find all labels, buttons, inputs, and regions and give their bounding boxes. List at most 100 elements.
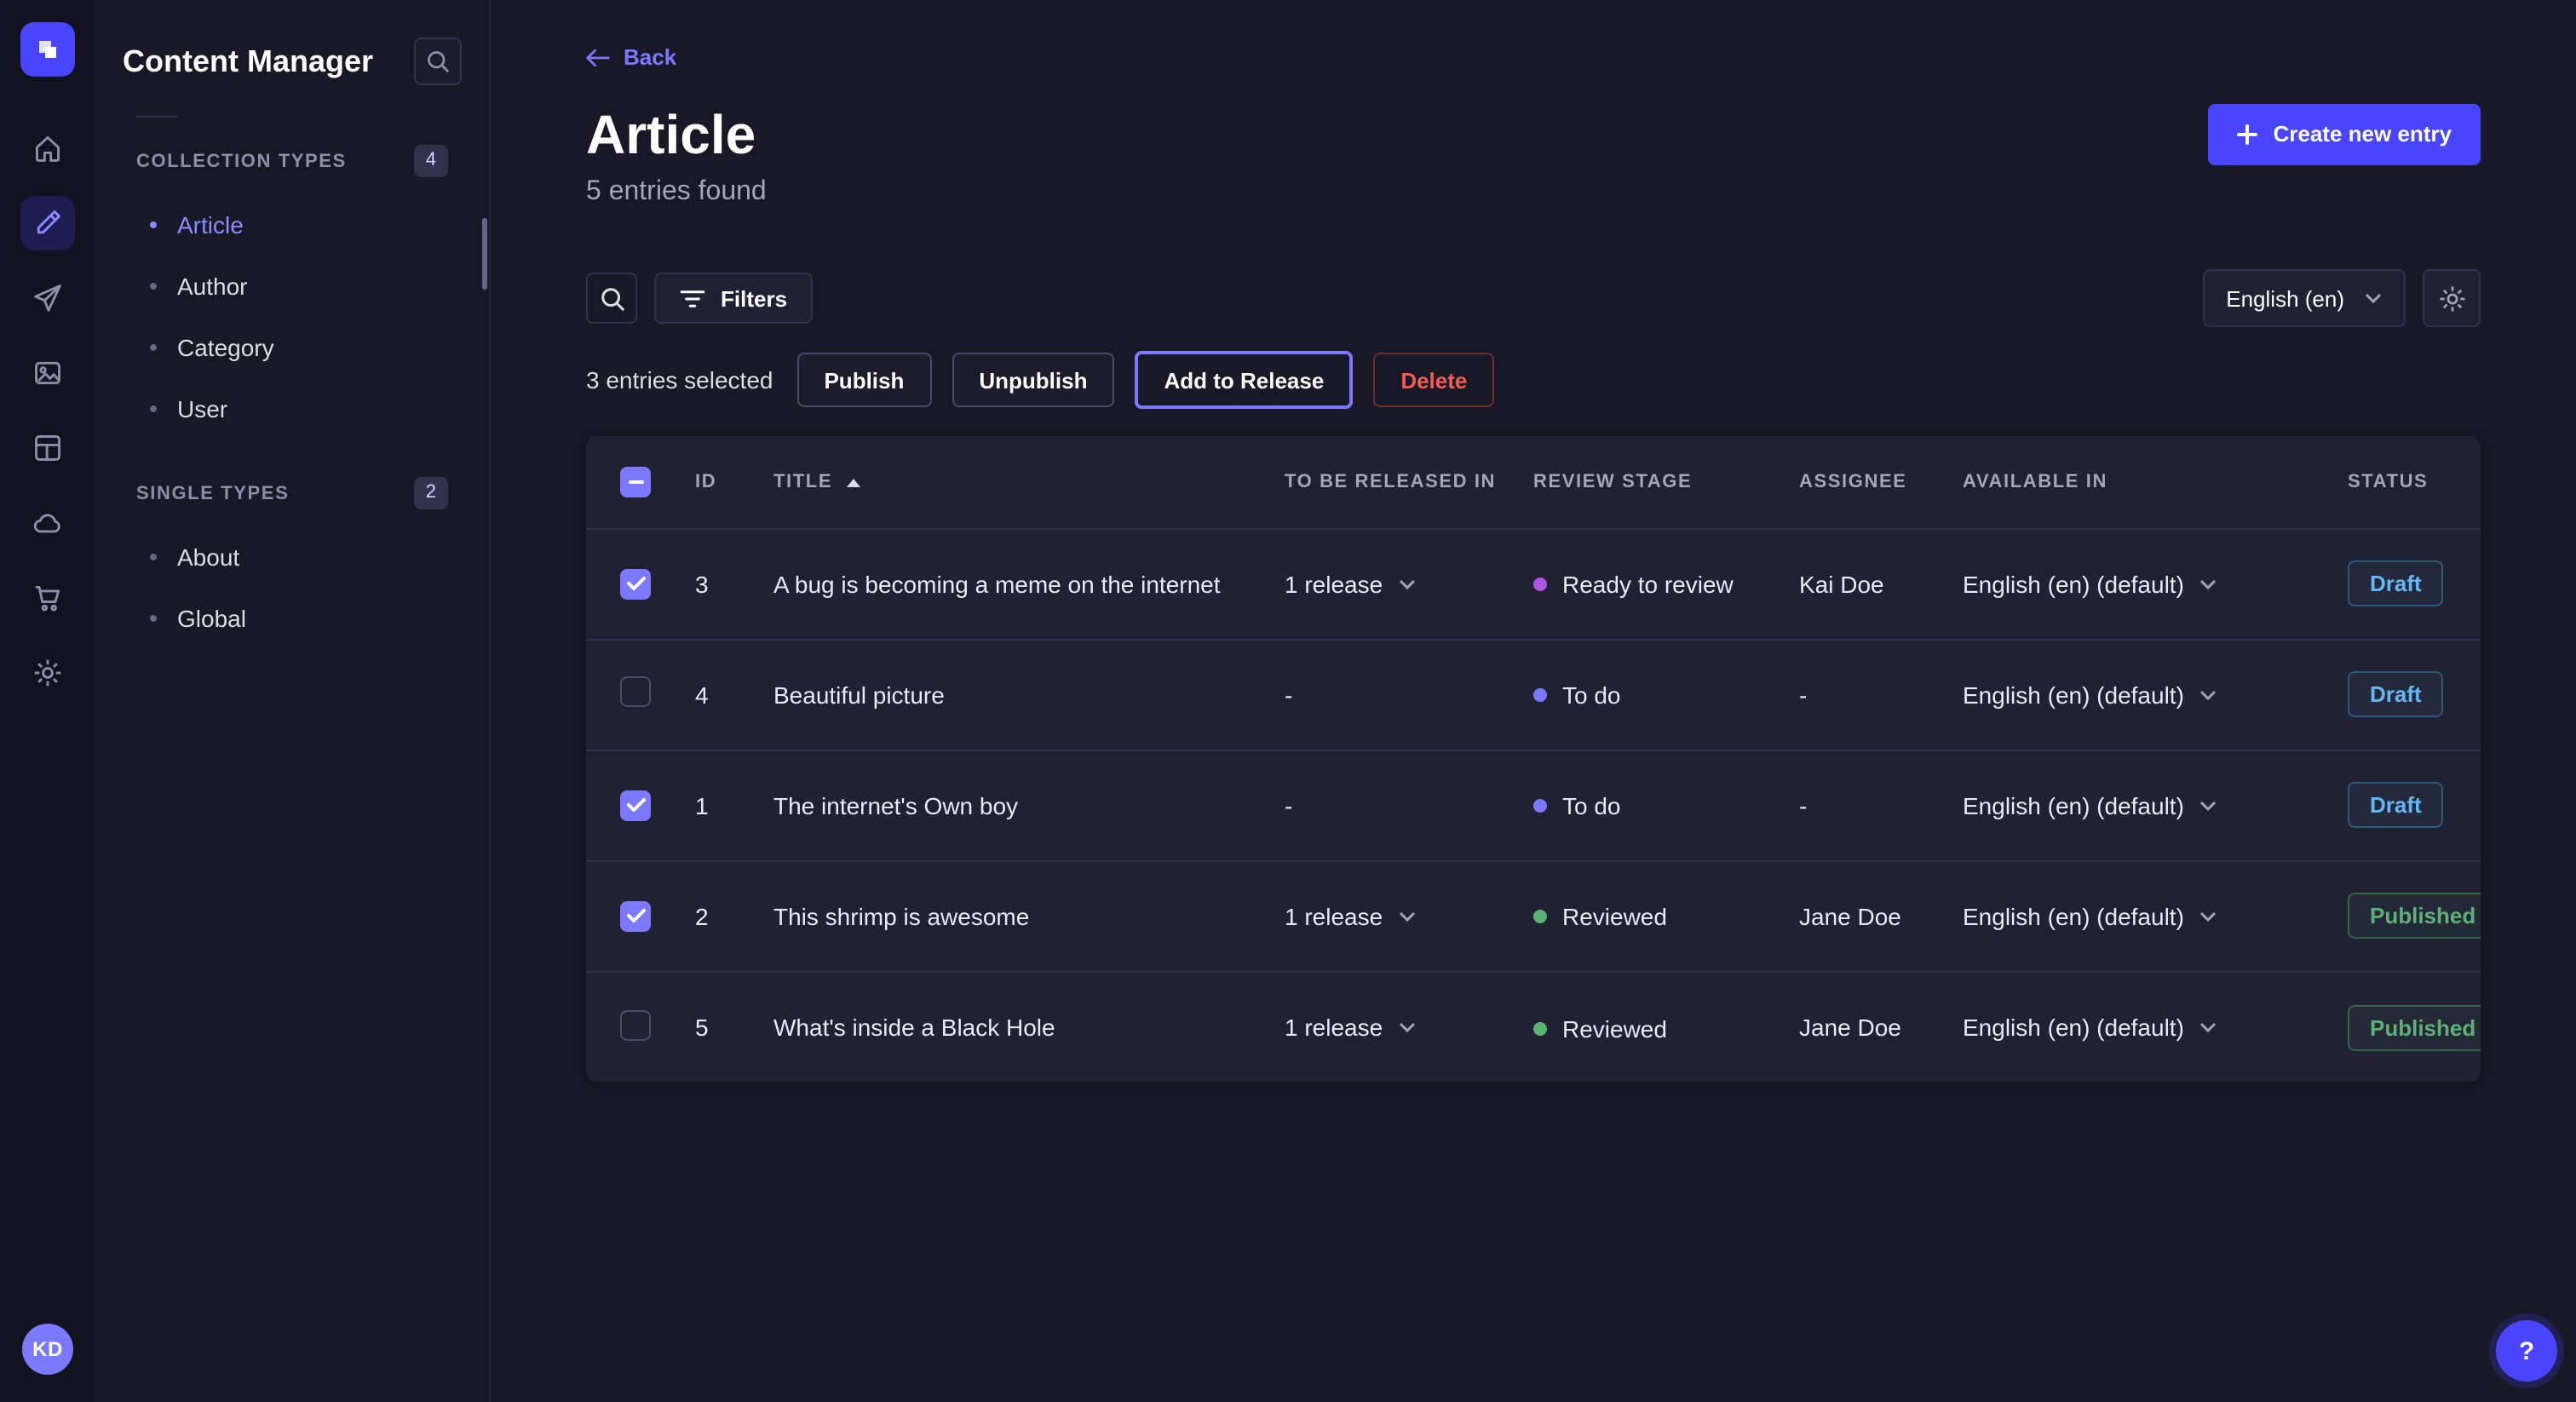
help-button[interactable]: ? [2496,1320,2557,1382]
user-avatar[interactable]: KD [22,1324,73,1375]
row-checkbox[interactable] [620,1009,651,1040]
release-dropdown[interactable]: 1 release [1285,903,1415,930]
list-settings-button[interactable] [2423,270,2481,328]
content-manager-icon[interactable] [20,196,75,250]
strapi-logo-icon [34,36,61,63]
subnav-scrollbar[interactable] [482,218,487,290]
chevron-down-icon [2199,801,2217,811]
sidebar-item-about[interactable]: About [123,526,462,588]
available-in-dropdown[interactable]: English (en) (default) [1963,681,2217,709]
cloud-icon[interactable] [20,496,75,550]
row-assignee: Jane Doe [1779,861,1942,972]
available-in-dropdown[interactable]: English (en) (default) [1963,792,2217,819]
table-row[interactable]: 3 A bug is becoming a meme on the intern… [586,529,2481,640]
chevron-down-icon [2365,294,2382,304]
release-cell: - [1264,750,1513,861]
rail-icon-list [20,121,75,700]
sidebar-item-category[interactable]: Category [123,317,462,378]
sort-ascending-icon [846,478,860,486]
create-new-entry-button[interactable]: Create new entry [2208,103,2481,164]
row-checkbox[interactable] [620,790,651,821]
releases-icon[interactable] [20,271,75,325]
arrow-left-icon [586,47,610,67]
row-checkbox[interactable] [620,569,651,600]
row-checkbox[interactable] [620,901,651,932]
col-header-status: STATUS [2327,437,2481,529]
bullet-icon [150,615,157,622]
stage-label: To do [1562,682,1621,710]
col-header-title[interactable]: TITLE [753,437,1264,529]
stage-dot-icon [1533,1021,1547,1035]
search-icon [599,286,624,312]
row-checkbox[interactable] [620,677,651,708]
available-in-label: English (en) (default) [1963,571,2184,598]
back-link[interactable]: Back [586,44,676,70]
unpublish-button[interactable]: Unpublish [952,353,1114,408]
locale-value: English (en) [2226,286,2344,312]
review-stage: Ready to review [1533,572,1734,599]
bullet-icon [150,283,157,290]
available-in-dropdown[interactable]: English (en) (default) [1963,571,2217,598]
status-badge: Published [2348,1004,2481,1050]
release-cell: - [1264,640,1513,750]
chevron-down-icon [1398,1022,1415,1032]
table-row[interactable]: 2 This shrimp is awesome 1 release Revie… [586,861,2481,972]
review-stage: Reviewed [1533,904,1667,931]
row-assignee: Jane Doe [1779,972,1942,1083]
sidebar-item-label: Author [177,273,248,300]
filters-button[interactable]: Filters [654,273,813,325]
col-header-assignee: ASSIGNEE [1779,437,1942,529]
subnav-search-button[interactable] [414,37,462,85]
media-library-icon[interactable] [20,346,75,400]
table-search-button[interactable] [586,273,637,325]
select-all-checkbox[interactable] [620,467,651,497]
release-label: 1 release [1285,571,1383,598]
available-in-label: English (en) (default) [1963,792,2184,819]
add-to-release-button[interactable]: Add to Release [1135,352,1353,410]
stage-dot-icon [1533,578,1547,592]
indeterminate-dash-icon [628,480,643,484]
settings-gear-icon[interactable] [20,646,75,700]
strapi-logo[interactable] [20,22,75,77]
status-badge: Draft [2348,783,2444,829]
section-label: COLLECTION TYPES [136,151,347,171]
chevron-down-icon [2199,579,2217,589]
subnav-title: Content Manager [123,43,373,79]
marketplace-cart-icon[interactable] [20,571,75,625]
bullet-icon [150,554,157,560]
available-in-dropdown[interactable]: English (en) (default) [1963,903,2217,930]
content-type-builder-icon[interactable] [20,421,75,475]
filter-icon [680,290,705,308]
release-dropdown[interactable]: 1 release [1285,1014,1415,1041]
divider [136,116,177,118]
gear-icon [2437,284,2466,313]
release-label: 1 release [1285,1014,1383,1041]
row-title: A bug is becoming a meme on the internet [753,529,1264,640]
search-icon [426,49,450,73]
row-id: 4 [675,640,753,750]
bullet-icon [150,344,157,351]
sidebar-item-user[interactable]: User [123,378,462,440]
sidebar-item-global[interactable]: Global [123,588,462,649]
sidebar-item-article[interactable]: Article [123,194,462,256]
table-row[interactable]: 1 The internet's Own boy - To do - Engli… [586,750,2481,861]
available-in-label: English (en) (default) [1963,903,2184,930]
col-header-available-in: AVAILABLE IN [1942,437,2327,529]
col-header-review-stage: REVIEW STAGE [1513,437,1779,529]
locale-select[interactable]: English (en) [2202,270,2406,328]
chevron-down-icon [1398,579,1415,589]
stage-dot-icon [1533,689,1547,703]
release-label: 1 release [1285,903,1383,930]
stage-label: Ready to review [1562,572,1734,599]
delete-button[interactable]: Delete [1373,353,1494,408]
publish-button[interactable]: Publish [796,353,931,408]
table-row[interactable]: 5 What's inside a Black Hole 1 release R… [586,972,2481,1083]
available-in-dropdown[interactable]: English (en) (default) [1963,1014,2217,1041]
release-dropdown[interactable]: 1 release [1285,571,1415,598]
row-title: This shrimp is awesome [753,861,1264,972]
home-icon[interactable] [20,121,75,175]
row-assignee: Kai Doe [1779,529,1942,640]
available-in-label: English (en) (default) [1963,1014,2184,1041]
table-row[interactable]: 4 Beautiful picture - To do - English (e… [586,640,2481,750]
sidebar-item-author[interactable]: Author [123,256,462,317]
